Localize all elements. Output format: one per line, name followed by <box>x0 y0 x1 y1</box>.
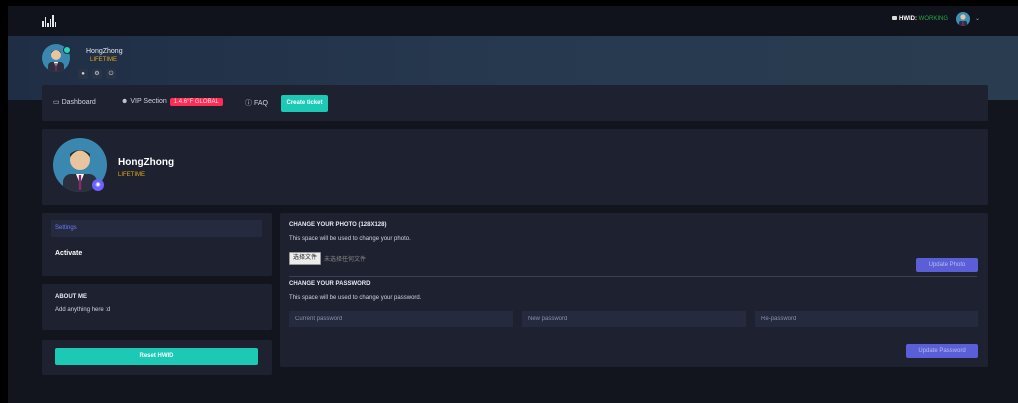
about-me-card: ABOUT ME Add anything here :d <box>42 284 272 330</box>
nav-dashboard-label: Dashboard <box>61 99 96 106</box>
banner-tier: LIFETIME <box>90 57 118 63</box>
profile-tier: LIFETIME <box>118 172 146 178</box>
logo-icon[interactable] <box>42 15 56 27</box>
choose-file-button[interactable]: 选择文件 <box>289 252 322 265</box>
power-icon[interactable]: ⏻ <box>106 69 116 79</box>
lock-icon <box>892 16 897 20</box>
reset-hwid-button[interactable]: Reset HWID <box>55 348 258 365</box>
reset-card: Reset HWID <box>42 340 272 375</box>
new-password-input[interactable] <box>522 311 746 327</box>
section-divider <box>289 276 977 277</box>
password-title: CHANGE YOUR PASSWORD <box>289 281 371 287</box>
sidebar-item-settings[interactable]: Settings <box>51 220 262 237</box>
main-nav: ▭ Dashboard ☻ VIP Section 1.4.6°F GLOBAL … <box>42 85 988 121</box>
sidebar-item-activate[interactable]: Activate <box>55 250 82 257</box>
banner-actions: ● ⚙ ⏻ <box>78 69 116 79</box>
profile-username: HongZhong <box>118 157 175 168</box>
profile-card: ◉ HongZhong LIFETIME <box>42 129 988 205</box>
re-password-input[interactable] <box>755 311 978 327</box>
update-photo-button[interactable]: Update Photo <box>916 258 978 272</box>
nav-vip-label: VIP Section <box>130 98 167 105</box>
no-file-text: 未选择任何文件 <box>324 257 367 263</box>
sidebar-menu: Settings Activate <box>42 213 272 276</box>
password-desc: This space will be used to change your p… <box>289 295 422 301</box>
settings-panel: CHANGE YOUR PHOTO (128X128) This space w… <box>280 213 988 367</box>
current-password-input[interactable] <box>289 311 513 327</box>
create-ticket-button[interactable]: Create ticket <box>281 95 328 112</box>
photo-title: CHANGE YOUR PHOTO (128X128) <box>289 222 387 228</box>
vip-badge: 1.4.6°F GLOBAL <box>169 98 223 106</box>
photo-desc: This space will be used to change your p… <box>289 236 411 242</box>
users-icon: ☻ <box>121 98 129 105</box>
about-text: Add anything here :d <box>55 307 111 313</box>
monitor-icon: ▭ <box>53 99 60 106</box>
hwid-status-text: WORKING <box>918 16 949 22</box>
gear-icon[interactable]: ⚙ <box>92 69 102 79</box>
nav-faq[interactable]: ⓘ FAQ <box>245 98 268 108</box>
nav-dashboard[interactable]: ▭ Dashboard <box>53 98 96 106</box>
user-icon[interactable]: ● <box>78 69 88 79</box>
user-avatar[interactable] <box>956 12 970 26</box>
nav-faq-label: FAQ <box>253 100 268 107</box>
chevron-down-icon[interactable]: ⌄ <box>975 15 980 22</box>
app-frame: HWID: WORKING ⌄ HongZhong LIFETIME ● ⚙ ⏻… <box>8 6 1018 403</box>
top-bar: HWID: WORKING ⌄ <box>8 6 1018 36</box>
update-password-button[interactable]: Update Password <box>906 344 978 358</box>
banner-username: HongZhong <box>86 48 123 55</box>
camera-icon[interactable]: ◉ <box>92 179 104 191</box>
nav-vip[interactable]: ☻ VIP Section 1.4.6°F GLOBAL <box>121 98 223 106</box>
online-indicator <box>63 46 71 54</box>
hwid-status: HWID: WORKING <box>892 16 948 22</box>
question-icon: ⓘ <box>245 100 252 107</box>
hwid-label: HWID: <box>899 16 917 22</box>
about-title: ABOUT ME <box>55 294 87 300</box>
